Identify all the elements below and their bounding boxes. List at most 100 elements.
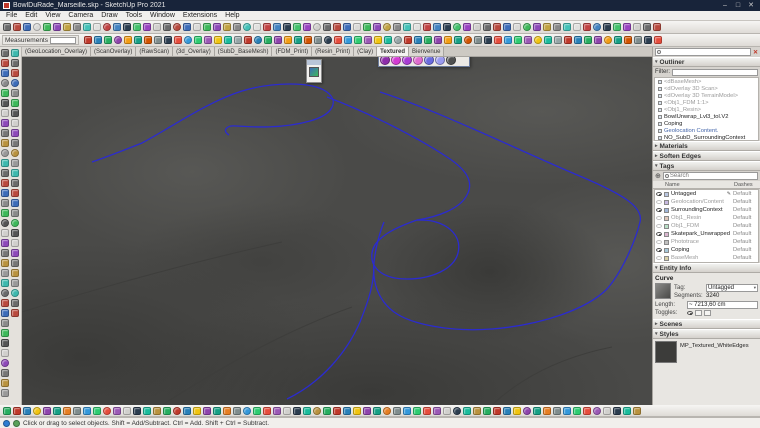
geolocation-icon[interactable]	[13, 419, 20, 427]
toolbar-icon[interactable]	[11, 79, 19, 87]
toolbar-icon[interactable]	[603, 407, 611, 415]
menu-camera[interactable]: Camera	[64, 12, 97, 19]
toolbar-icon[interactable]	[1, 159, 9, 167]
toolbar-icon[interactable]	[284, 36, 292, 44]
outliner-item[interactable]: <dBaseMesh>	[655, 78, 758, 85]
toolbar-icon[interactable]	[414, 36, 422, 44]
toolbar-icon[interactable]	[1, 169, 9, 177]
toolbar-icon[interactable]	[363, 23, 371, 31]
toolbar-icon[interactable]	[123, 23, 131, 31]
toolbar-icon[interactable]	[283, 407, 291, 415]
toolbar-icon[interactable]	[374, 36, 382, 44]
toolbar-icon[interactable]	[11, 179, 19, 187]
toolbar-icon[interactable]	[164, 36, 172, 44]
toolbar-icon[interactable]	[274, 36, 282, 44]
toolbar-icon[interactable]	[564, 36, 572, 44]
tag-dashes[interactable]: Default	[733, 247, 757, 253]
toolbar-icon[interactable]	[1, 189, 9, 197]
toolbar-icon[interactable]	[203, 407, 211, 415]
toolbar-icon[interactable]	[1, 279, 9, 287]
toolbar-icon[interactable]	[243, 23, 251, 31]
toolbar-icon[interactable]	[1, 199, 9, 207]
toolbar-icon[interactable]	[1, 129, 9, 137]
curvyquads-tool-icon[interactable]	[402, 57, 412, 65]
toolbar-icon[interactable]	[313, 407, 321, 415]
toolbar-icon[interactable]	[11, 249, 19, 257]
toolbar-icon[interactable]	[473, 23, 481, 31]
toolbar-icon[interactable]	[11, 169, 19, 177]
toolbar-icon[interactable]	[213, 23, 221, 31]
toolbar-icon[interactable]	[194, 36, 202, 44]
toolbar-icon[interactable]	[423, 407, 431, 415]
toolbar-icon[interactable]	[583, 23, 591, 31]
toolbar-icon[interactable]	[463, 407, 471, 415]
toolbar-icon[interactable]	[3, 407, 11, 415]
toolbar-icon[interactable]	[133, 407, 141, 415]
toolbar-icon[interactable]	[324, 36, 332, 44]
toolbar-icon[interactable]	[11, 219, 19, 227]
curvyquads-tool-icon[interactable]	[424, 57, 434, 65]
outliner-item[interactable]: <dOverlay 3D Scan>	[655, 85, 758, 92]
toolbar-icon[interactable]	[93, 23, 101, 31]
toolbar-icon[interactable]	[544, 36, 552, 44]
outliner-filter-input[interactable]	[672, 68, 758, 76]
toolbar-icon[interactable]	[184, 36, 192, 44]
toolbar-icon[interactable]	[11, 69, 19, 77]
shadow-toggle-icon[interactable]	[704, 310, 711, 316]
toolbar-icon[interactable]	[11, 109, 19, 117]
toolbar-icon[interactable]	[11, 89, 19, 97]
minimize-button[interactable]: –	[719, 1, 731, 10]
toolbar-icon[interactable]	[1, 289, 9, 297]
toolbar-icon[interactable]	[513, 23, 521, 31]
menu-file[interactable]: File	[2, 12, 21, 19]
toolbar-icon[interactable]	[213, 407, 221, 415]
toolbar-icon[interactable]	[153, 407, 161, 415]
tag-dashes[interactable]: Default	[733, 215, 757, 221]
toolbar-icon[interactable]	[573, 23, 581, 31]
toolbar-icon[interactable]	[543, 23, 551, 31]
toolbar-icon[interactable]	[333, 23, 341, 31]
toolbar-icon[interactable]	[144, 36, 152, 44]
toolbar-icon[interactable]	[653, 23, 661, 31]
toolbar-icon[interactable]	[11, 129, 19, 137]
toolbar-icon[interactable]	[593, 23, 601, 31]
toolbar-icon[interactable]	[1, 89, 9, 97]
tray-close-icon[interactable]: ✕	[753, 49, 758, 56]
toolbar-icon[interactable]	[1, 219, 9, 227]
toolbar-icon[interactable]	[124, 36, 132, 44]
toolbar-icon[interactable]	[514, 36, 522, 44]
scenes-header[interactable]: ▸ Scenes	[653, 319, 760, 329]
tag-row[interactable]: SurroundingContext Default	[655, 206, 758, 214]
toolbar-icon[interactable]	[103, 407, 111, 415]
toolbar-icon[interactable]	[53, 407, 61, 415]
scene-tab[interactable]: Bienvenue	[409, 47, 445, 56]
tag-visibility-icon[interactable]	[656, 216, 662, 220]
tag-dashes[interactable]: Default	[733, 223, 757, 229]
toolbar-icon[interactable]	[403, 407, 411, 415]
toolbar-icon[interactable]	[83, 23, 91, 31]
toolbar-icon[interactable]	[93, 407, 101, 415]
toolbar-icon[interactable]	[464, 36, 472, 44]
style-thumbnail[interactable]	[655, 341, 677, 363]
toolbar-icon[interactable]	[33, 407, 41, 415]
materials-header[interactable]: ▸ Materials	[653, 141, 760, 151]
toolbar-icon[interactable]	[11, 209, 19, 217]
toolbar-icon[interactable]	[113, 407, 121, 415]
toolbar-icon[interactable]	[214, 36, 222, 44]
toolbar-icon[interactable]	[283, 23, 291, 31]
toolbar-icon[interactable]	[443, 23, 451, 31]
tag-color-swatch[interactable]	[664, 255, 669, 261]
menu-edit[interactable]: Edit	[21, 12, 41, 19]
tag-visibility-icon[interactable]	[656, 240, 662, 244]
toolbar-icon[interactable]	[364, 36, 372, 44]
entity-tag-select[interactable]: Untagged ▾	[706, 284, 758, 292]
toolbar-icon[interactable]	[143, 23, 151, 31]
toolbar-icon[interactable]	[1, 49, 9, 57]
toolbar-icon[interactable]	[624, 36, 632, 44]
toolbar-icon[interactable]	[243, 407, 251, 415]
toolbar-icon[interactable]	[223, 407, 231, 415]
toolbar-icon[interactable]	[454, 36, 462, 44]
toolbar-icon[interactable]	[654, 36, 662, 44]
toolbar-icon[interactable]	[11, 269, 19, 277]
toolbar-icon[interactable]	[534, 36, 542, 44]
